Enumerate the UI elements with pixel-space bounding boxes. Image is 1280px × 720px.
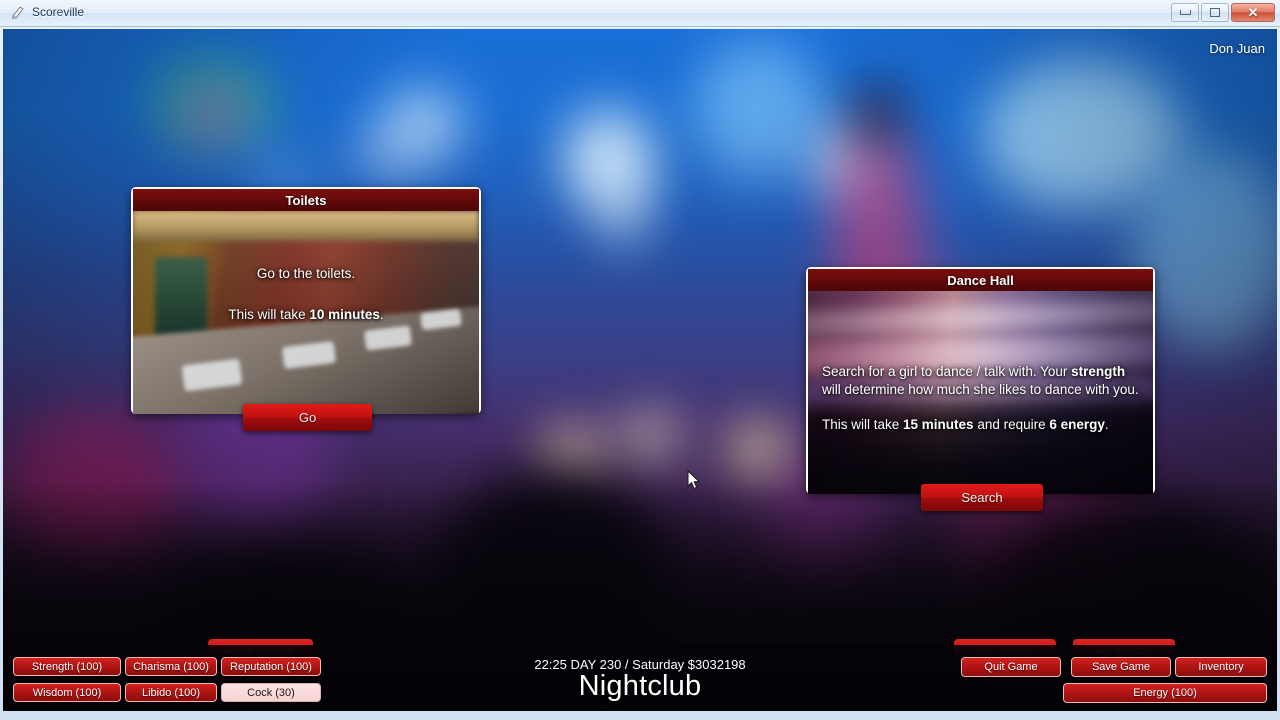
inventory-button[interactable]: Inventory (1175, 657, 1267, 677)
dance-hall-duration: 15 minutes (903, 417, 974, 433)
toilets-description: Go to the toilets. This will take 10 min… (133, 265, 479, 324)
panel-title-dance-hall: Dance Hall (808, 269, 1153, 291)
toilets-line-2: This will take 10 minutes. (228, 307, 384, 323)
toilets-line-1: Go to the toilets. (256, 266, 356, 281)
location-panel-toilets: Toilets Go to the toilets. This will tak… (131, 187, 481, 431)
app-window: Scoreville ✕ Don Juan Toilets Go to the … (0, 0, 1280, 720)
dance-hall-description: Search for a girl to dance / talk with. … (808, 363, 1153, 435)
title-bar: Scoreville ✕ (0, 0, 1280, 27)
energy-button[interactable]: Energy (100) (1063, 683, 1267, 703)
panel-body-toilets: Go to the toilets. This will take 10 min… (133, 211, 479, 414)
dance-hall-line-2: This will take 15 minutes and require 6 … (822, 417, 1109, 433)
player-name: Don Juan (1209, 41, 1265, 56)
window-controls: ✕ (1171, 3, 1275, 22)
minimize-button[interactable] (1171, 3, 1199, 22)
toilets-go-button[interactable]: Go (243, 404, 372, 431)
status-hud: Strength (100) Charisma (100) Reputation… (3, 645, 1277, 711)
toilets-duration: 10 minutes (309, 307, 380, 323)
close-button[interactable]: ✕ (1231, 3, 1275, 22)
dance-hall-stat: strength (1071, 364, 1126, 379)
game-viewport: Don Juan Toilets Go to the toilets. This… (3, 29, 1277, 711)
maximize-button[interactable] (1201, 3, 1229, 22)
location-panel-dance-hall: Dance Hall Search for a girl to dance / … (806, 267, 1155, 511)
app-icon (10, 4, 26, 20)
title-bar-left: Scoreville (10, 4, 84, 20)
save-game-button[interactable]: Save Game (1071, 657, 1171, 677)
window-title: Scoreville (32, 5, 85, 19)
minimize-icon (1179, 10, 1191, 15)
close-icon: ✕ (1247, 5, 1259, 20)
dance-hall-energy-cost: 6 energy (1049, 417, 1105, 433)
panel-body-dance-hall: Search for a girl to dance / talk with. … (808, 291, 1153, 494)
dance-hall-search-button[interactable]: Search (921, 484, 1043, 511)
quit-game-button[interactable]: Quit Game (961, 657, 1061, 677)
dance-hall-line-1: Search for a girl to dance / talk with. … (822, 364, 1139, 398)
maximize-icon (1210, 8, 1220, 17)
panel-title-toilets: Toilets (133, 189, 479, 211)
